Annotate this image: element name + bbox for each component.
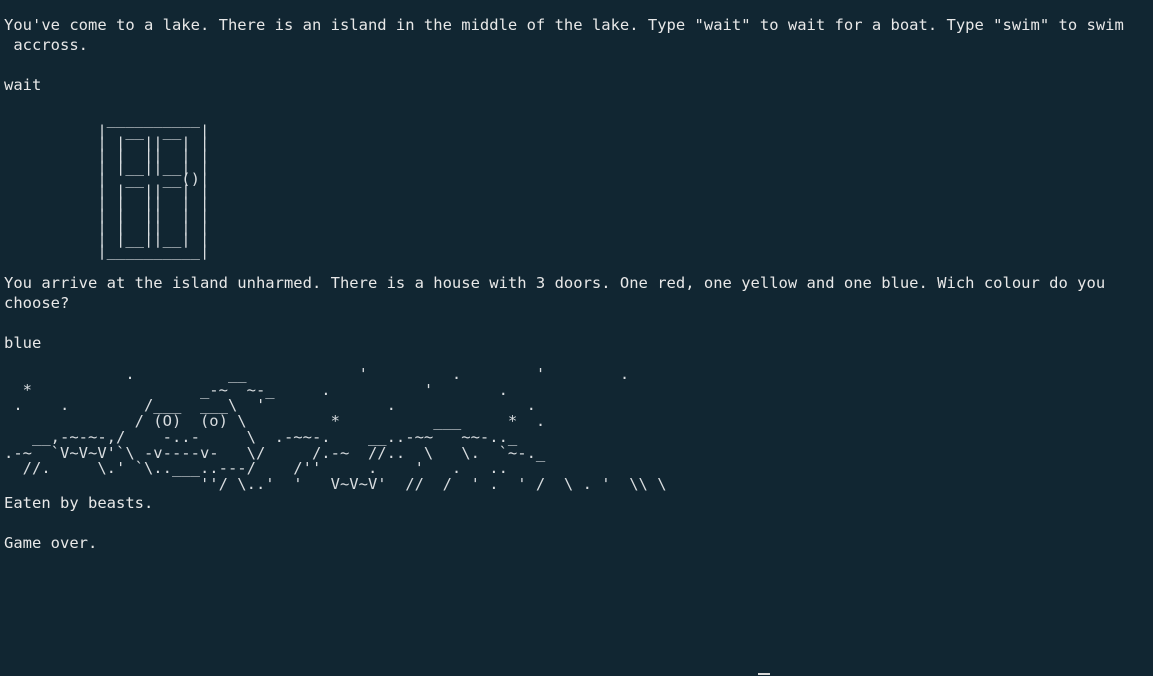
arrival-message: You arrive at the island unharmed. There… xyxy=(4,274,1115,312)
result-message: Eaten by beasts. xyxy=(4,493,154,512)
user-input-blue: blue xyxy=(4,334,42,352)
intro-message: You've come to a lake. There is an islan… xyxy=(4,16,1124,54)
beast-ascii-art: . __ ' . ' . * _-~ ~-_ . ' . . . /___ __… xyxy=(4,365,667,493)
text-cursor[interactable] xyxy=(758,673,770,675)
terminal-output: You've come to a lake. There is an islan… xyxy=(0,0,1153,676)
door-ascii-art: __________ | __ __ | | | || | | | | || |… xyxy=(97,110,210,260)
game-over-message: Game over. xyxy=(4,533,98,552)
user-input-wait: wait xyxy=(4,76,42,94)
